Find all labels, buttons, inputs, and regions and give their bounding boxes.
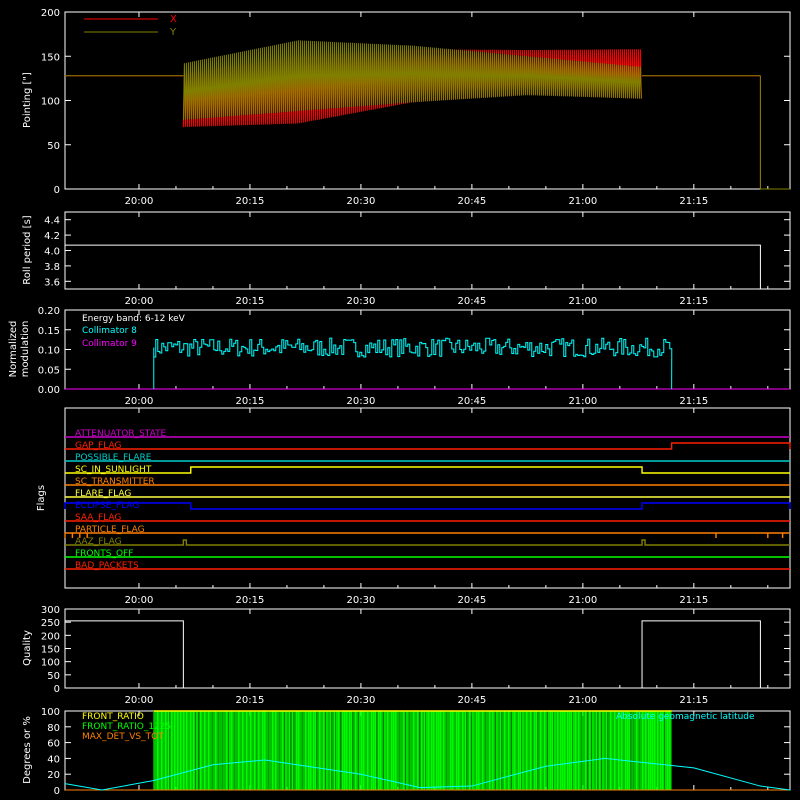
y-tick-label: 0 — [54, 786, 60, 797]
x-tick-label: 20:30 — [347, 196, 376, 207]
flag-line-particle_flag — [64, 532, 790, 538]
y-tick-label: 200 — [41, 631, 60, 642]
geomag-latitude-label: Absolute geomagnetic latitude — [616, 712, 755, 722]
x-tick-label: 20:00 — [125, 296, 154, 307]
y-tick-label: 4.4 — [44, 216, 60, 227]
y-tick-label: 0 — [54, 684, 60, 695]
flags-ylabel: Flags — [36, 485, 47, 511]
y-tick-label: 4.2 — [44, 231, 60, 242]
axis-ticks: 20:00 20:15 20:30 20:45 21:00 21:15 0 50 100 150 2… — [38, 8, 790, 797]
x-tick-label: 20:15 — [236, 396, 265, 407]
x-tick-label: 21:00 — [568, 396, 597, 407]
degrees-ylabel: Degrees or % — [22, 716, 33, 784]
legend-label-y: Y — [169, 27, 177, 38]
legend-label-front-ratio-1225: FRONT_RATIO_1225 — [82, 722, 171, 732]
quality-line — [65, 620, 790, 689]
y-tick-label: 80 — [47, 723, 60, 734]
roll-frame — [64, 211, 791, 290]
x-tick-label: 21:15 — [679, 595, 708, 606]
y-tick-label: 300 — [41, 605, 60, 616]
y-tick-label: 150 — [41, 645, 60, 656]
legend-label-front-ratio: FRONT_RATIO — [82, 712, 144, 722]
x-tick-label: 20:15 — [236, 595, 265, 606]
x-tick-label: 21:15 — [679, 396, 708, 407]
y-tick-label: 0.15 — [38, 326, 60, 337]
y-tick-label: 0.00 — [38, 385, 60, 396]
y-tick-label: 50 — [47, 671, 60, 682]
x-tick-label: 20:15 — [236, 296, 265, 307]
x-tick-label: 21:15 — [679, 196, 708, 207]
x-tick-label: 21:00 — [568, 196, 597, 207]
flags-frame — [64, 407, 791, 589]
x-tick-label: 20:00 — [125, 196, 154, 207]
legend-label-collimator-9: Collimator 9 — [82, 339, 137, 349]
x-tick-label: 20:00 — [125, 695, 154, 706]
x-tick-label: 20:45 — [457, 196, 486, 207]
y-tick-label: 60 — [47, 739, 60, 750]
x-tick-label: 21:15 — [679, 296, 708, 307]
x-tick-label: 21:00 — [568, 595, 597, 606]
x-tick-label: 20:15 — [236, 695, 265, 706]
y-tick-label: 50 — [47, 141, 60, 152]
y-tick-label: 40 — [47, 754, 60, 765]
y-tick-label: 0.20 — [38, 306, 60, 317]
modulation-ylabel-2: modulation — [20, 321, 31, 378]
x-tick-label: 20:15 — [236, 196, 265, 207]
x-tick-label: 21:15 — [679, 695, 708, 706]
y-tick-label: 3.8 — [44, 262, 60, 273]
roll-period-line — [65, 244, 761, 289]
quality-ylabel: Quality — [22, 630, 33, 666]
y-tick-label: 3.6 — [44, 277, 60, 288]
collimator-8-line — [153, 337, 673, 390]
x-tick-label: 20:30 — [347, 695, 376, 706]
flag-line-aaz_flag — [65, 539, 790, 546]
x-tick-label: 20:30 — [347, 396, 376, 407]
x-tick-label: 20:45 — [457, 296, 486, 307]
legend-label-x: X — [170, 14, 177, 25]
roll-ylabel: Roll period [s] — [22, 215, 33, 284]
multi-panel-chart: Pointing ["] Roll period [s] Normalized … — [8, 8, 791, 797]
x-tick-label: 20:45 — [457, 695, 486, 706]
y-tick-label: 0.10 — [38, 346, 60, 357]
y-tick-label: 0 — [54, 185, 60, 196]
x-tick-label: 20:30 — [347, 595, 376, 606]
x-tick-label: 20:30 — [347, 296, 376, 307]
x-tick-label: 20:00 — [125, 396, 154, 407]
modulation-legend: Energy band: 6-12 keV Collimator 8 Colli… — [82, 314, 186, 349]
y-tick-label: 20 — [47, 770, 60, 781]
x-tick-label: 20:00 — [125, 595, 154, 606]
y-tick-label: 100 — [41, 97, 60, 108]
y-tick-label: 250 — [41, 618, 60, 629]
x-tick-label: 21:00 — [568, 695, 597, 706]
y-tick-label: 100 — [41, 707, 60, 718]
legend-label-collimator-8: Collimator 8 — [82, 326, 137, 336]
y-tick-label: 150 — [41, 52, 60, 63]
flag-line-gap_flag — [65, 442, 791, 450]
y-tick-label: 4.0 — [44, 247, 60, 258]
modulation-title: Energy band: 6-12 keV — [82, 314, 186, 324]
pointing-ylabel: Pointing ["] — [22, 72, 33, 128]
flag-line-eclipse_flag — [64, 502, 791, 510]
x-tick-label: 21:00 — [568, 296, 597, 307]
x-tick-label: 20:45 — [457, 595, 486, 606]
modulation-ylabel-1: Normalized — [8, 321, 19, 378]
x-tick-label: 20:45 — [457, 396, 486, 407]
y-tick-label: 200 — [41, 8, 60, 19]
data-series — [64, 40, 791, 791]
pointing-legend: X Y — [84, 14, 177, 38]
legend-label-max-det: MAX_DET_VS_TOT — [82, 732, 164, 742]
flag-line-sc_in_sunlight — [65, 466, 790, 474]
y-tick-label: 100 — [41, 658, 60, 669]
y-tick-label: 0.05 — [38, 365, 60, 376]
